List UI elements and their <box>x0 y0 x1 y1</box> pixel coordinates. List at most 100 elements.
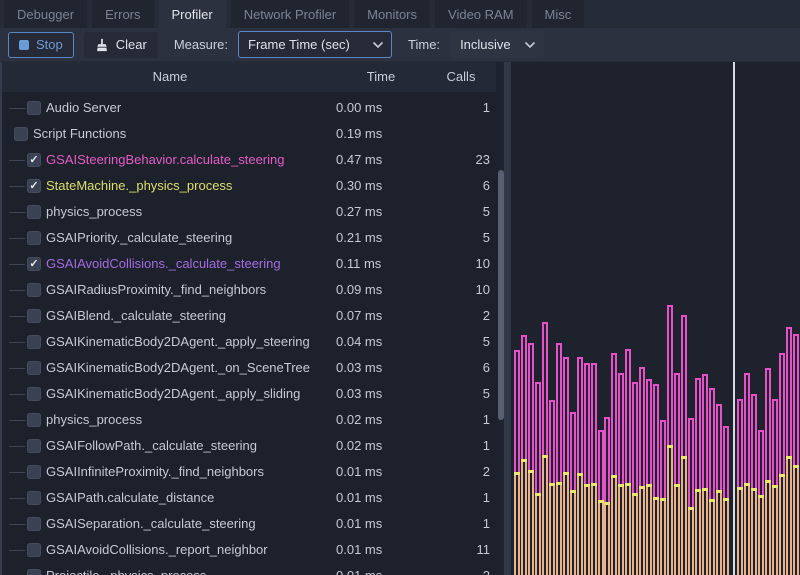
graph-bar-pink <box>625 349 631 483</box>
table-row[interactable]: GSAIBlend._calculate_steering0.07 ms2 <box>0 303 496 329</box>
graph-line-salmon <box>532 473 534 575</box>
table-row[interactable]: ✓StateMachine._physics_process0.30 ms6 <box>0 173 496 199</box>
table-row[interactable]: ✓GSAISteeringBehavior.calculate_steering… <box>0 147 496 173</box>
column-header-calls[interactable]: Calls <box>422 62 500 92</box>
graph-line-salmon <box>769 483 771 575</box>
table-row[interactable]: physics_process0.27 ms5 <box>0 199 496 225</box>
row-checkbox[interactable] <box>27 101 41 115</box>
table-row[interactable]: GSAIFollowPath._calculate_steering0.02 m… <box>0 433 496 459</box>
graph-line-salmon <box>570 493 572 575</box>
column-header-time[interactable]: Time <box>338 62 424 92</box>
row-checkbox[interactable] <box>27 543 41 557</box>
table-row[interactable]: ✓GSAIAvoidCollisions._calculate_steering… <box>0 251 496 277</box>
row-checkbox[interactable] <box>27 517 41 531</box>
graph-line-salmon <box>539 496 541 575</box>
row-checkbox[interactable] <box>27 335 41 349</box>
graph-line-salmon <box>779 477 781 575</box>
row-checkbox[interactable] <box>27 413 41 427</box>
table-row[interactable]: GSAIRadiusProximity._find_neighbors0.09 … <box>0 277 496 303</box>
row-time-value: 0.21 ms <box>336 225 382 251</box>
row-calls-value: 10 <box>400 251 490 277</box>
graph-bar-pink <box>639 367 645 486</box>
table-row[interactable]: GSAIPath.calculate_distance0.01 ms1 <box>0 485 496 511</box>
graph-line-salmon <box>709 502 711 575</box>
table-row[interactable]: Projectile._physics_process0.01 ms2 <box>0 563 496 575</box>
graph-bar-pink <box>681 315 687 456</box>
tree-branch-line <box>9 186 25 187</box>
row-function-name: GSAIAvoidCollisions._report_neighbor <box>46 537 268 563</box>
row-checkbox[interactable] <box>27 439 41 453</box>
row-checkbox[interactable] <box>27 387 41 401</box>
row-checkbox[interactable] <box>27 309 41 323</box>
row-time-value: 0.02 ms <box>336 407 382 433</box>
tab-errors[interactable]: Errors <box>92 0 153 28</box>
graph-line-salmon <box>657 500 659 575</box>
tab-network-profiler[interactable]: Network Profiler <box>231 0 349 28</box>
time-dropdown[interactable]: Inclusive <box>450 31 544 58</box>
row-time-value: 0.03 ms <box>336 355 382 381</box>
time-label: Time: <box>408 37 440 52</box>
tab-label: Profiler <box>172 7 213 22</box>
graph-bar-pink <box>674 373 680 484</box>
table-row[interactable]: GSAISeparation._calculate_steering0.01 m… <box>0 511 496 537</box>
stop-button[interactable]: Stop <box>8 32 74 58</box>
tab-monitors[interactable]: Monitors <box>354 0 430 28</box>
tree-branch-line <box>9 108 25 109</box>
row-time-value: 0.02 ms <box>336 433 382 459</box>
tab-profiler[interactable]: Profiler <box>159 0 226 28</box>
table-row[interactable]: GSAIPriority._calculate_steering0.21 ms5 <box>0 225 496 251</box>
tree-branch-line <box>9 238 25 239</box>
tab-debugger[interactable]: Debugger <box>4 0 87 28</box>
graph-bar-pink <box>584 363 590 484</box>
row-checkbox[interactable] <box>27 231 41 245</box>
tab-bar: DebuggerErrors Profiler Network ProfilerMo… <box>0 0 800 28</box>
row-checkbox[interactable] <box>27 283 41 297</box>
measure-dropdown[interactable]: Frame Time (sec) <box>238 31 392 58</box>
row-checkbox-checked[interactable]: ✓ <box>27 179 41 193</box>
table-row[interactable]: GSAIKinematicBody2DAgent._on_SceneTree0.… <box>0 355 496 381</box>
profiler-panel: DebuggerErrors Profiler Network ProfilerMo… <box>0 0 800 575</box>
frame-cursor-line[interactable] <box>733 62 735 575</box>
frame-time-graph[interactable] <box>511 62 800 575</box>
row-calls-value: 5 <box>400 199 490 225</box>
graph-bar-pink <box>611 353 617 475</box>
row-checkbox[interactable] <box>27 465 41 479</box>
table-row[interactable]: GSAIKinematicBody2DAgent._apply_sliding0… <box>0 381 496 407</box>
table-row[interactable]: Audio Server0.00 ms1 <box>0 95 496 121</box>
panel-splitter[interactable] <box>504 62 511 575</box>
row-checkbox[interactable] <box>27 569 41 575</box>
graph-line-salmon <box>751 491 753 575</box>
graph-bar-pink <box>521 335 527 459</box>
row-checkbox[interactable] <box>27 361 41 375</box>
row-checkbox[interactable] <box>14 127 28 141</box>
table-row[interactable]: GSAIAvoidCollisions._report_neighbor0.01… <box>0 537 496 563</box>
graph-line-salmon <box>650 487 652 575</box>
tree-branch-line <box>9 212 25 213</box>
row-time-value: 0.30 ms <box>336 173 382 199</box>
checkmark-icon: ✓ <box>27 179 41 193</box>
tab-video-ram[interactable]: Video RAM <box>435 0 527 28</box>
checkmark-icon: ✓ <box>27 257 41 271</box>
row-checkbox-checked[interactable]: ✓ <box>27 153 41 167</box>
clear-button[interactable]: Clear <box>84 32 158 58</box>
table-row[interactable]: GSAIInfiniteProximity._find_neighbors0.0… <box>0 459 496 485</box>
graph-line-salmon <box>762 498 764 575</box>
table-row[interactable]: physics_process0.02 ms1 <box>0 407 496 433</box>
graph-bar-pink <box>716 404 722 490</box>
graph-line-salmon <box>646 487 648 575</box>
table-row[interactable]: GSAIKinematicBody2DAgent._apply_steering… <box>0 329 496 355</box>
graph-line-salmon <box>727 501 729 575</box>
row-checkbox-checked[interactable]: ✓ <box>27 257 41 271</box>
tab-label: Video RAM <box>448 7 514 22</box>
tab-misc[interactable]: Misc <box>532 0 585 28</box>
row-function-name: Projectile._physics_process <box>46 563 206 575</box>
tree-branch-line <box>9 472 25 473</box>
graph-bar-pink <box>646 379 652 484</box>
row-checkbox[interactable] <box>27 205 41 219</box>
table-row[interactable]: Script Functions0.19 ms <box>0 121 496 147</box>
column-header-name[interactable]: Name <box>2 62 338 92</box>
graph-line-salmon <box>622 487 624 575</box>
row-checkbox[interactable] <box>27 491 41 505</box>
graph-line-salmon <box>737 490 739 575</box>
table-rows: Audio Server0.00 ms1Script Functions0.19… <box>0 92 496 575</box>
